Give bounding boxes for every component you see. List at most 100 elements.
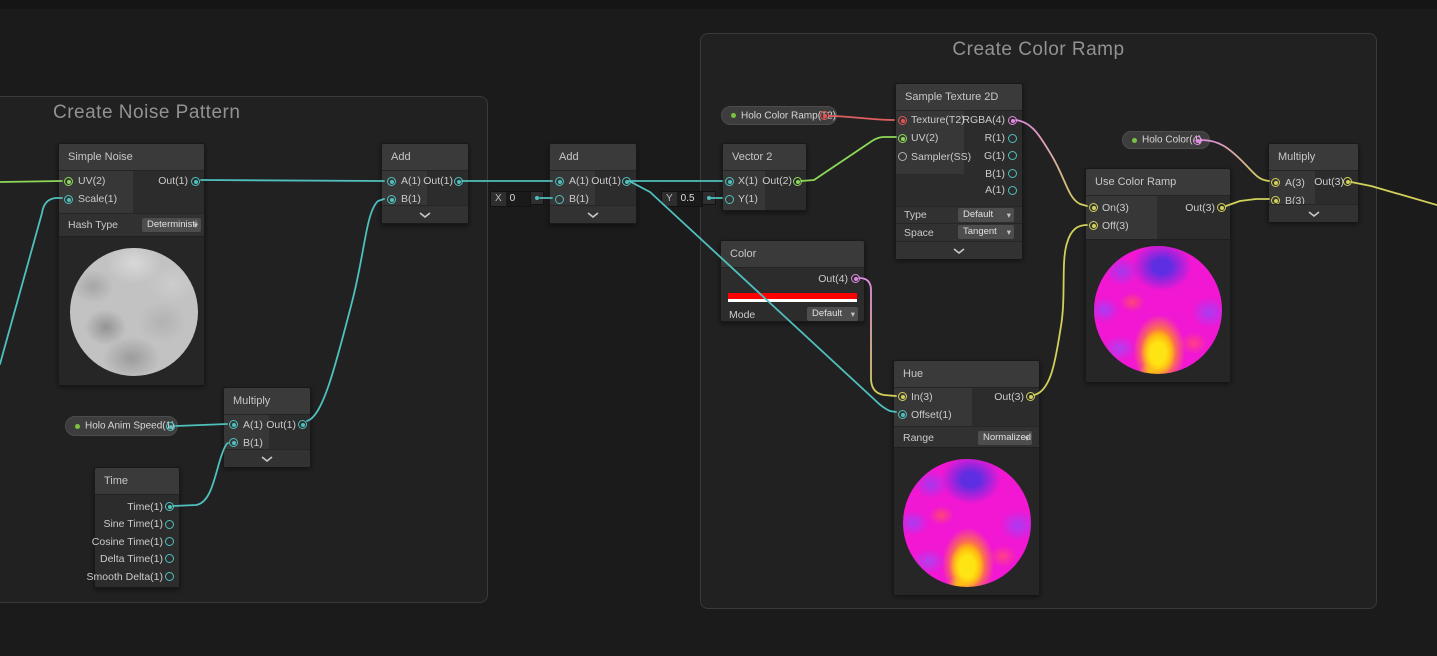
output-port-sine-time[interactable] xyxy=(165,520,174,529)
color-swatch[interactable] xyxy=(728,293,857,302)
property-output-port[interactable] xyxy=(820,111,829,120)
input-port-b[interactable] xyxy=(229,438,238,447)
output-port-time[interactable] xyxy=(165,502,174,511)
output-port-smooth-delta[interactable] xyxy=(165,572,174,581)
range-dropdown[interactable]: Normalized ▾ xyxy=(978,431,1032,445)
input-port-off[interactable] xyxy=(1089,221,1098,230)
output-port-delta-time[interactable] xyxy=(165,554,174,563)
input-port-a[interactable] xyxy=(229,420,238,429)
output-port-out[interactable] xyxy=(454,177,463,186)
node-add-2[interactable]: Add A(1) B(1) Out(1) xyxy=(549,143,637,224)
input-port-uv[interactable] xyxy=(64,177,73,186)
node-title[interactable]: Vector 2 xyxy=(723,144,806,171)
input-port-a[interactable] xyxy=(555,177,564,186)
dropdown-arrow-icon: ▾ xyxy=(194,218,198,232)
node-title[interactable]: Sample Texture 2D xyxy=(896,84,1022,111)
output-port-r[interactable] xyxy=(1008,134,1017,143)
output-port-out[interactable] xyxy=(793,177,802,186)
port-label: Cosine Time(1) xyxy=(92,536,163,548)
space-dropdown[interactable]: Tangent ▾ xyxy=(958,225,1014,239)
node-hue[interactable]: Hue In(3) Offset(1) Out(3) Range Normali… xyxy=(893,360,1040,595)
property-output-port[interactable] xyxy=(166,422,175,431)
output-port-out[interactable] xyxy=(1026,392,1035,401)
output-port-cosine-time[interactable] xyxy=(165,537,174,546)
mode-dropdown[interactable]: Default ▾ xyxy=(807,307,858,321)
input-port-b[interactable] xyxy=(555,195,564,204)
output-port-b[interactable] xyxy=(1008,169,1017,178)
node-title[interactable]: Multiply xyxy=(1269,144,1358,171)
collapse-chevron-icon[interactable] xyxy=(1308,211,1320,217)
node-collapse-strip[interactable] xyxy=(224,449,310,467)
input-port-on[interactable] xyxy=(1089,203,1098,212)
output-port-out[interactable] xyxy=(622,177,631,186)
dropdown-arrow-icon: ▾ xyxy=(1007,208,1011,222)
node-sample-texture-2d[interactable]: Sample Texture 2D Texture(T2) UV(2) Samp… xyxy=(895,83,1023,259)
output-port-out[interactable] xyxy=(298,420,307,429)
node-vector2[interactable]: Vector 2 X(1) Y(1) Out(2) xyxy=(722,143,807,211)
dropdown-value: Deterministi xyxy=(147,219,197,230)
y-field-port[interactable] xyxy=(702,191,716,205)
node-title[interactable]: Add xyxy=(382,144,468,171)
input-port-sampler[interactable] xyxy=(898,152,907,161)
dropdown-value: Default xyxy=(812,308,842,319)
collapse-chevron-icon[interactable] xyxy=(953,248,965,254)
input-port-scale[interactable] xyxy=(64,195,73,204)
port-label: Sine Time(1) xyxy=(103,518,163,530)
node-title[interactable]: Multiply xyxy=(224,388,310,415)
node-collapse-strip[interactable] xyxy=(550,205,636,223)
node-collapse-strip[interactable] xyxy=(896,241,1022,259)
node-collapse-strip[interactable] xyxy=(382,205,468,223)
output-port-rgba[interactable] xyxy=(1008,116,1017,125)
property-holo-anim-speed[interactable]: Holo Anim Speed(1) xyxy=(65,416,178,436)
node-collapse-strip[interactable] xyxy=(1269,204,1358,222)
group-title[interactable]: Create Color Ramp xyxy=(701,39,1376,61)
node-title[interactable]: Simple Noise xyxy=(59,144,204,171)
x-value-field[interactable]: X 0 xyxy=(490,191,531,207)
exposed-property-dot-icon xyxy=(1132,138,1137,143)
input-port-in[interactable] xyxy=(898,392,907,401)
output-port-a[interactable] xyxy=(1008,186,1017,195)
collapse-chevron-icon[interactable] xyxy=(261,456,273,462)
collapse-chevron-icon[interactable] xyxy=(587,212,599,218)
node-title[interactable]: Add xyxy=(550,144,636,171)
node-add-1[interactable]: Add A(1) B(1) Out(1) xyxy=(381,143,469,224)
y-value-field[interactable]: Y 0.5 xyxy=(661,191,703,207)
node-color[interactable]: Color Out(4) Mode Default ▾ xyxy=(720,240,865,322)
port-label: Out(2) xyxy=(762,175,792,187)
output-port-out[interactable] xyxy=(1343,177,1352,186)
output-port-out[interactable] xyxy=(1217,203,1226,212)
output-port-out[interactable] xyxy=(851,274,860,283)
collapse-chevron-icon[interactable] xyxy=(419,212,431,218)
input-port-b[interactable] xyxy=(387,195,396,204)
group-title[interactable]: Create Noise Pattern xyxy=(53,102,240,124)
mode-label: Mode xyxy=(729,309,755,321)
type-dropdown[interactable]: Default ▾ xyxy=(958,208,1014,222)
node-title[interactable]: Use Color Ramp xyxy=(1086,169,1230,196)
node-simple-noise[interactable]: Simple Noise UV(2) Scale(1) Out(1) Hash … xyxy=(58,143,205,385)
input-port-a[interactable] xyxy=(1271,178,1280,187)
x-field-port[interactable] xyxy=(530,191,544,205)
node-multiply-1[interactable]: Multiply A(1) B(1) Out(1) xyxy=(223,387,311,467)
property-holo-color-ramp[interactable]: Holo Color Ramp(T2) xyxy=(721,106,837,125)
output-port-out[interactable] xyxy=(191,177,200,186)
node-time[interactable]: Time Time(1) Sine Time(1) Cosine Time(1)… xyxy=(94,467,180,588)
node-title[interactable]: Color xyxy=(721,241,864,268)
property-holo-color[interactable]: Holo Color(4) xyxy=(1122,131,1210,149)
node-title[interactable]: Hue xyxy=(894,361,1039,388)
input-port-a[interactable] xyxy=(387,177,396,186)
shader-graph-canvas[interactable]: Create Noise Pattern Create Color Ramp S… xyxy=(0,0,1437,656)
y-field-value[interactable]: 0.5 xyxy=(677,192,702,206)
hash-type-dropdown[interactable]: Deterministi ▾ xyxy=(142,218,201,232)
input-port-offset[interactable] xyxy=(898,410,907,419)
input-port-texture[interactable] xyxy=(898,116,907,125)
node-title[interactable]: Time xyxy=(95,468,179,495)
input-port-uv[interactable] xyxy=(898,134,907,143)
node-use-color-ramp[interactable]: Use Color Ramp On(3) Off(3) Out(3) xyxy=(1085,168,1231,382)
output-port-g[interactable] xyxy=(1008,151,1017,160)
input-port-y[interactable] xyxy=(725,195,734,204)
port-label: Out(3) xyxy=(1185,202,1215,214)
node-multiply-2[interactable]: Multiply A(3) B(3) Out(3) xyxy=(1268,143,1359,222)
property-output-port[interactable] xyxy=(1193,136,1202,145)
input-port-x[interactable] xyxy=(725,177,734,186)
x-field-value[interactable]: 0 xyxy=(506,192,530,206)
